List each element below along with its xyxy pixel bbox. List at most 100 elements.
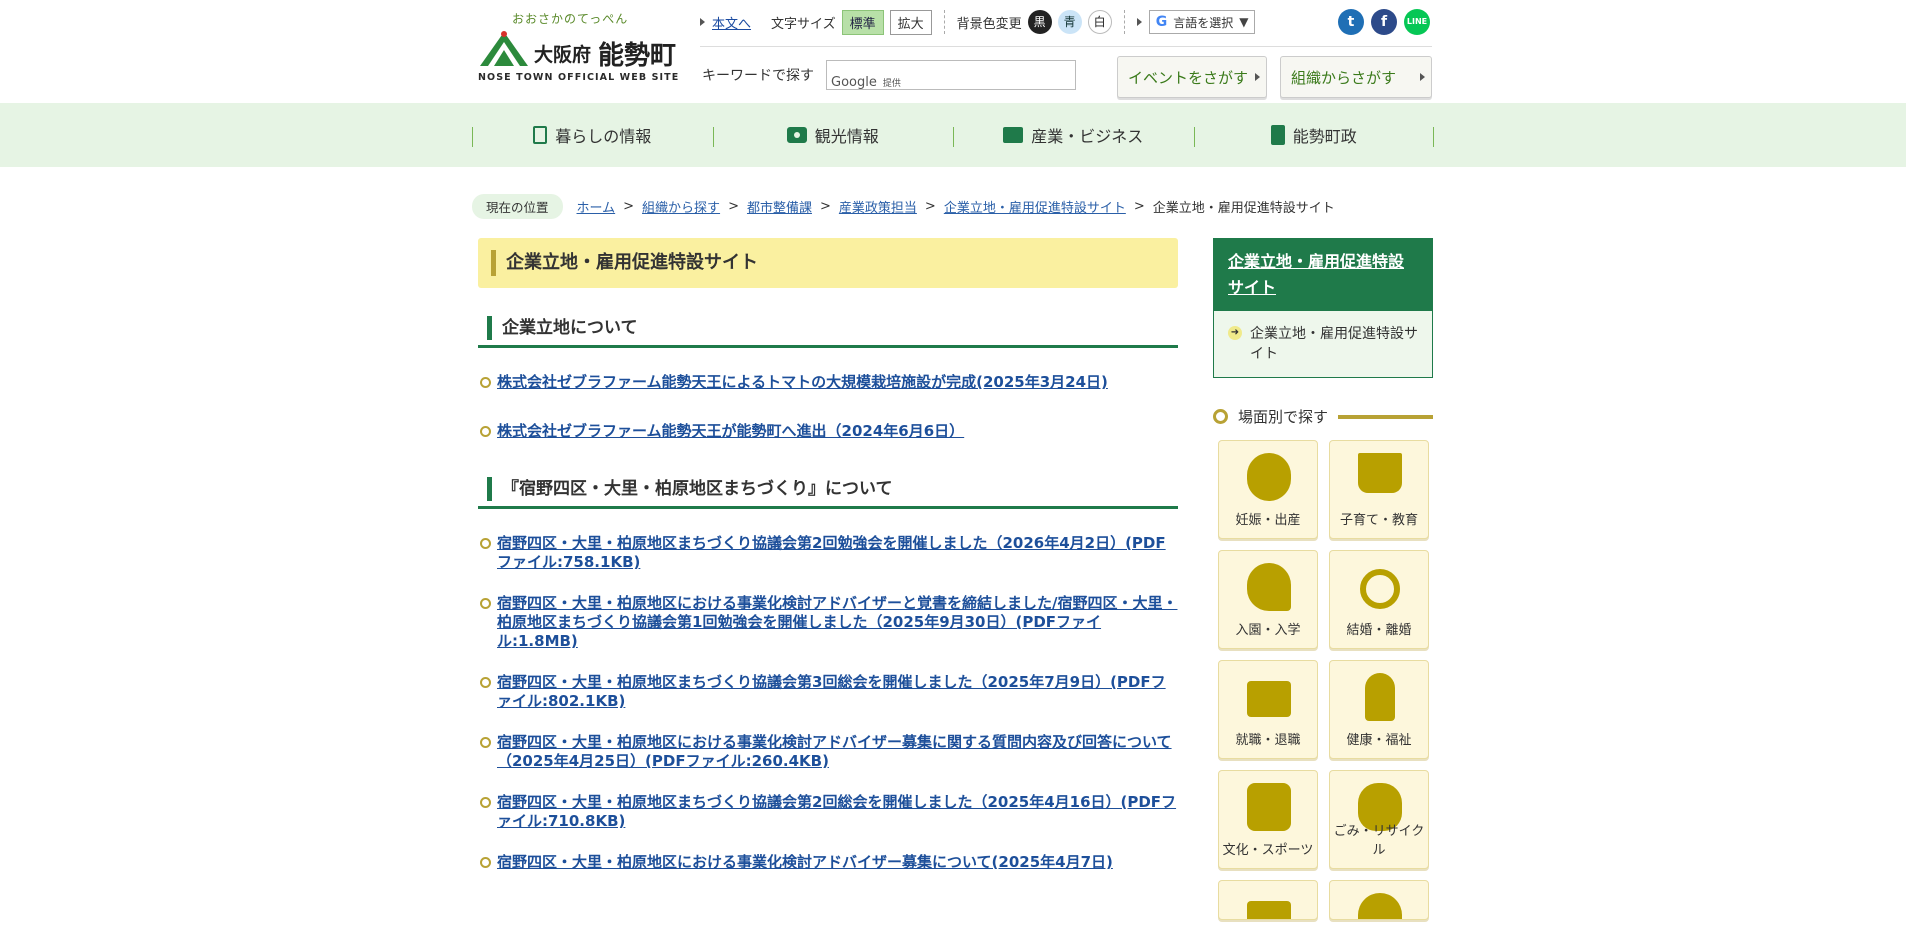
bg-black-button[interactable]: 黒 bbox=[1027, 10, 1052, 34]
sidebar-menu-title[interactable]: 企業立地・雇用促進特設サイト bbox=[1214, 239, 1432, 311]
baby-icon bbox=[1247, 453, 1291, 501]
event-search-button[interactable]: イベントをさがす bbox=[1117, 56, 1267, 98]
search-input[interactable]: Google 提供 bbox=[826, 60, 1076, 90]
sidebar-menu-box: 企業立地・雇用促進特設サイト ➜ 企業立地・雇用促進特設サイト bbox=[1213, 238, 1433, 378]
scene-tile-culture[interactable]: 文化・スポーツ bbox=[1218, 770, 1318, 869]
article-link[interactable]: 宿野四区・大里・柏原地区における事業化検討アドバイザー募集について(2025年4… bbox=[497, 853, 1113, 871]
font-size-label: 文字サイズ bbox=[771, 16, 836, 32]
breadcrumb-separator: > bbox=[728, 199, 739, 214]
search-icon bbox=[1213, 409, 1228, 424]
nav-item-living[interactable]: 暮らしの情報 bbox=[472, 103, 713, 167]
twitter-icon[interactable]: t bbox=[1338, 9, 1364, 35]
page-title: 企業立地・雇用促進特設サイト bbox=[478, 238, 1178, 288]
nav-item-tourism[interactable]: 観光情報 bbox=[712, 103, 954, 167]
site-header: おおさかのてっぺん 大阪府 能勢町 NOSE TOWN OFFICIAL WEB… bbox=[0, 0, 1906, 103]
bg-white-button[interactable]: 白 bbox=[1087, 10, 1112, 34]
search-label: キーワードで探す bbox=[702, 68, 814, 84]
scene-tile-label: 妊娠・出産 bbox=[1235, 513, 1301, 528]
briefcase-icon bbox=[1003, 127, 1024, 143]
breadcrumb-link[interactable]: ホーム bbox=[577, 197, 616, 216]
divider bbox=[1123, 10, 1125, 34]
logo-mark-icon bbox=[480, 31, 528, 66]
google-g-icon: G bbox=[1155, 14, 1168, 30]
article-link[interactable]: 株式会社ゼブラファーム能勢天王によるトマトの大規模栽培施設が完成(2025年3月… bbox=[497, 373, 1108, 391]
breadcrumb-here-label: 現在の位置 bbox=[472, 194, 563, 219]
google-branding: Google 提供 bbox=[831, 75, 901, 90]
triangle-icon bbox=[700, 18, 705, 26]
divider bbox=[943, 10, 945, 34]
sidebar-menu-item-label: 企業立地・雇用促進特設サイト bbox=[1250, 326, 1418, 362]
scene-tile-moving[interactable] bbox=[1218, 880, 1318, 920]
scene-tile-label: 健康・福祉 bbox=[1346, 733, 1412, 748]
arrow-right-icon: ➜ bbox=[1228, 326, 1242, 340]
breadcrumb-link[interactable]: 企業立地・雇用促進特設サイト bbox=[944, 197, 1126, 216]
building-icon bbox=[1270, 125, 1285, 145]
sns-links: t f LINE bbox=[1338, 9, 1430, 35]
article-link[interactable]: 宿野四区・大里・柏原地区まちづくり協議会第2回勉強会を開催しました（2026年4… bbox=[497, 534, 1166, 571]
breadcrumb-link[interactable]: 組織から探す bbox=[642, 197, 720, 216]
scene-tile-garbage[interactable]: ごみ・リサイクル bbox=[1329, 770, 1429, 869]
logo-pref: 大阪府 bbox=[534, 44, 592, 66]
triangle-icon bbox=[1255, 73, 1260, 81]
link-list: 宿野四区・大里・柏原地区まちづくり協議会第2回勉強会を開催しました（2026年4… bbox=[478, 534, 1178, 872]
nav-item-government[interactable]: 能勢町政 bbox=[1193, 103, 1435, 167]
breadcrumb-separator: > bbox=[819, 199, 831, 214]
scene-tile-marriage[interactable]: 結婚・離婚 bbox=[1329, 550, 1429, 649]
breadcrumb-current: 企業立地・雇用促進特設サイト bbox=[1152, 201, 1335, 216]
breadcrumb-separator: > bbox=[1133, 199, 1145, 214]
org-search-button[interactable]: 組織からさがす bbox=[1280, 56, 1432, 98]
header-divider bbox=[700, 46, 1432, 47]
scene-search-heading: 場面別で探す bbox=[1213, 406, 1433, 427]
briefcase-icon bbox=[1247, 681, 1291, 717]
list-item: 宿野四区・大里・柏原地区まちづくり協議会第2回勉強会を開催しました（2026年4… bbox=[478, 534, 1178, 572]
font-size-standard-button[interactable]: 標準 bbox=[841, 9, 884, 35]
book-icon bbox=[1358, 453, 1402, 493]
camera-icon bbox=[786, 127, 807, 143]
breadcrumb-link[interactable]: 都市整備課 bbox=[747, 197, 812, 216]
triangle-icon bbox=[1420, 73, 1425, 81]
nav-item-label: 暮らしの情報 bbox=[555, 127, 652, 146]
breadcrumb-separator: > bbox=[924, 199, 936, 214]
facebook-icon[interactable]: f bbox=[1371, 9, 1397, 35]
skip-to-content-link[interactable]: 本文へ bbox=[712, 13, 751, 32]
global-nav: 暮らしの情報 観光情報 産業・ビジネス 能勢町政 bbox=[0, 103, 1906, 167]
document-icon bbox=[533, 126, 548, 144]
article-link[interactable]: 宿野四区・大里・柏原地区における事業化検討アドバイザー募集に関する質問内容及び回… bbox=[497, 733, 1172, 770]
sidebar-menu-item[interactable]: ➜ 企業立地・雇用促進特設サイト bbox=[1214, 311, 1432, 377]
list-item: 宿野四区・大里・柏原地区における事業化検討アドバイザーと覚書を締結しました/宿野… bbox=[478, 594, 1178, 651]
line-icon[interactable]: LINE bbox=[1404, 9, 1430, 35]
flower-icon bbox=[1247, 563, 1291, 611]
nav-item-business[interactable]: 産業・ビジネス bbox=[953, 103, 1194, 167]
scene-tile-label: 文化・スポーツ bbox=[1222, 843, 1314, 858]
main-content: 企業立地・雇用促進特設サイト 企業立地について 株式会社ゼブラファーム能勢天王に… bbox=[478, 238, 1178, 872]
article-link[interactable]: 宿野四区・大里・柏原地区における事業化検討アドバイザーと覚書を締結しました/宿野… bbox=[497, 594, 1177, 650]
dropdown-arrow-icon: ▼ bbox=[1239, 15, 1249, 29]
utility-bar: 本文へ 文字サイズ 標準 拡大 背景色変更 黒 青 白 G 言語を選択 ▼ bbox=[700, 8, 1256, 36]
scene-tile-school[interactable]: 入園・入学 bbox=[1218, 550, 1318, 649]
scene-tile-employment[interactable]: 就職・退職 bbox=[1218, 660, 1318, 759]
language-select-label: 言語を選択 bbox=[1173, 15, 1234, 30]
scene-tiles: 妊娠・出産 子育て・教育 入園・入学 結婚・離婚 就職・退職 健康・福祉 文化・… bbox=[1213, 440, 1433, 920]
language-select[interactable]: G 言語を選択 ▼ bbox=[1148, 10, 1256, 34]
scene-tile-other[interactable] bbox=[1329, 880, 1429, 920]
scene-tile-health[interactable]: 健康・福祉 bbox=[1329, 660, 1429, 759]
scene-search-label: 場面別で探す bbox=[1238, 408, 1329, 426]
scene-tile-childcare[interactable]: 子育て・教育 bbox=[1329, 440, 1429, 539]
breadcrumb-link[interactable]: 産業政策担当 bbox=[839, 197, 917, 216]
section-heading: 企業立地について bbox=[478, 312, 1178, 348]
list-item: 宿野四区・大里・柏原地区まちづくり協議会第3回総会を開催しました（2025年7月… bbox=[478, 673, 1178, 711]
list-item: 宿野四区・大里・柏原地区まちづくり協議会第2回総会を開催しました（2025年4月… bbox=[478, 793, 1178, 831]
heading-rule bbox=[1338, 414, 1433, 419]
font-size-large-button[interactable]: 拡大 bbox=[889, 9, 932, 35]
article-link[interactable]: 宿野四区・大里・柏原地区まちづくり協議会第3回総会を開催しました（2025年7月… bbox=[497, 673, 1166, 710]
nav-item-label: 産業・ビジネス bbox=[1031, 127, 1144, 146]
article-link[interactable]: 株式会社ゼブラファーム能勢天王が能勢町へ進出（2024年6月6日） bbox=[497, 422, 964, 440]
ring-icon bbox=[1360, 569, 1400, 609]
event-search-label: イベントをさがす bbox=[1128, 68, 1249, 87]
bg-blue-button[interactable]: 青 bbox=[1057, 10, 1082, 34]
article-link[interactable]: 宿野四区・大里・柏原地区まちづくり協議会第2回総会を開催しました（2025年4月… bbox=[497, 793, 1176, 830]
breadcrumb-separator: > bbox=[623, 199, 635, 214]
scene-tile-pregnancy[interactable]: 妊娠・出産 bbox=[1218, 440, 1318, 539]
logo-english: NOSE TOWN OFFICIAL WEB SITE bbox=[478, 72, 680, 83]
site-logo[interactable]: おおさかのてっぺん 大阪府 能勢町 NOSE TOWN OFFICIAL WEB… bbox=[478, 8, 688, 88]
